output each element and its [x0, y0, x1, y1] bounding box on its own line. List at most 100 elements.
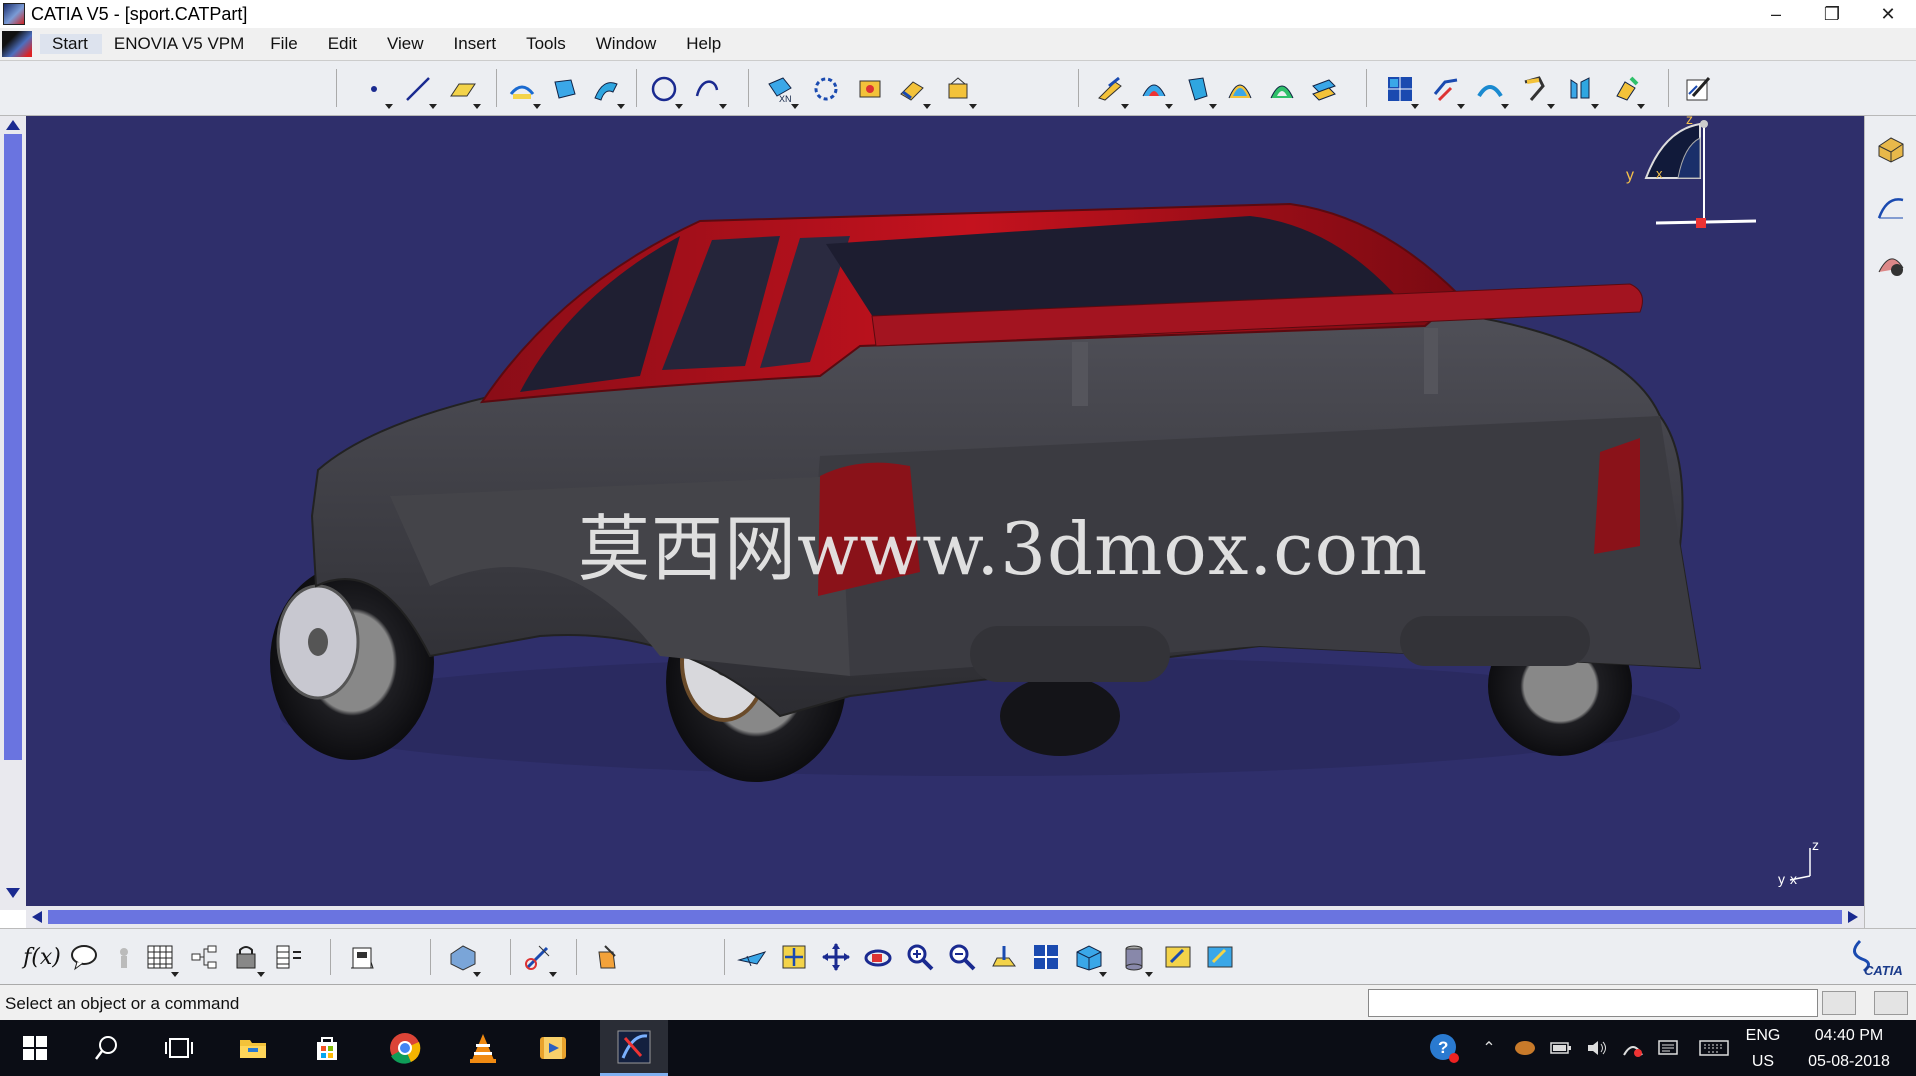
join-icon[interactable] [894, 71, 931, 109]
design-table-icon[interactable] [270, 939, 306, 975]
file-explorer-icon[interactable] [222, 1020, 284, 1076]
sketcher-icon[interactable] [1680, 71, 1716, 107]
vertical-scrollbar[interactable] [0, 116, 26, 910]
volume-icon[interactable] [1586, 1037, 1608, 1059]
close-button[interactable]: ✕ [1860, 0, 1916, 28]
rotate-icon[interactable] [860, 939, 896, 975]
boundary-icon[interactable] [808, 71, 844, 107]
catia-icon[interactable] [600, 1020, 668, 1076]
menu-file[interactable]: File [258, 34, 311, 54]
command-input[interactable] [1368, 989, 1818, 1017]
spline-icon[interactable] [690, 71, 727, 109]
multi-view-icon[interactable] [1028, 939, 1064, 975]
extrude-icon[interactable] [504, 71, 541, 109]
symmetry-icon[interactable] [1608, 71, 1645, 109]
material-icon[interactable] [444, 939, 481, 977]
catalog-icon[interactable] [344, 939, 380, 975]
horizontal-scrollbar[interactable] [26, 906, 1864, 928]
minimize-button[interactable]: – [1748, 0, 1804, 28]
vertical-scroll-thumb[interactable] [4, 134, 22, 760]
healing-icon[interactable] [940, 71, 977, 109]
table-icon[interactable] [142, 939, 179, 977]
menu-help[interactable]: Help [670, 34, 735, 54]
transform-icon[interactable] [1428, 71, 1465, 109]
menu-window[interactable]: Window [580, 34, 670, 54]
help-notification-icon[interactable]: ? [1428, 1032, 1460, 1064]
region-code[interactable]: US [1740, 1053, 1786, 1071]
clock-date[interactable]: 05-08-2018 [1796, 1053, 1902, 1071]
fillet-icon[interactable] [1472, 71, 1509, 109]
zoom-in-icon[interactable] [902, 939, 938, 975]
compass-widget[interactable]: z y x [1600, 116, 1760, 246]
formula-icon[interactable]: f(x) [23, 939, 61, 975]
menu-start[interactable]: Start [40, 34, 102, 54]
wireframe-surface-icon[interactable] [1873, 190, 1909, 226]
extract-icon[interactable] [852, 71, 888, 107]
normal-view-icon[interactable] [986, 939, 1022, 975]
chrome-icon[interactable] [374, 1020, 436, 1076]
action-center-icon[interactable] [1658, 1037, 1680, 1059]
line-icon[interactable] [400, 71, 437, 109]
shading-icon[interactable] [1116, 939, 1153, 977]
toolbar-separator [430, 939, 431, 975]
battery-icon[interactable] [1550, 1037, 1572, 1059]
apply-material-icon[interactable] [590, 939, 626, 975]
scroll-right-icon[interactable] [1846, 910, 1860, 924]
isometric-view-icon[interactable] [1070, 939, 1107, 977]
menu-edit[interactable]: Edit [312, 34, 371, 54]
scroll-left-icon[interactable] [30, 910, 44, 924]
blend-icon[interactable] [1136, 71, 1173, 109]
knowledge-icon[interactable] [106, 939, 142, 975]
revolve-icon[interactable] [546, 71, 582, 107]
restore-button[interactable]: ❐ [1804, 0, 1860, 28]
fit-all-icon[interactable] [776, 939, 812, 975]
keyboard-icon[interactable] [1698, 1037, 1730, 1059]
menu-tools[interactable]: Tools [510, 34, 580, 54]
hide-show-icon[interactable] [1160, 939, 1196, 975]
swap-visible-icon[interactable] [1202, 939, 1238, 975]
loft-icon[interactable] [1222, 71, 1258, 107]
shape-design-icon[interactable] [1873, 246, 1909, 282]
menu-insert[interactable]: Insert [438, 34, 511, 54]
translate-icon[interactable] [1562, 71, 1599, 109]
menu-enovia[interactable]: ENOVIA V5 VPM [102, 34, 258, 54]
grid-icon[interactable] [1382, 71, 1419, 109]
media-player-icon[interactable] [522, 1020, 584, 1076]
scroll-down-icon[interactable] [5, 886, 21, 900]
pan-icon[interactable] [818, 939, 854, 975]
multi-section-icon[interactable] [1264, 71, 1300, 107]
intersection-icon[interactable]: XN [762, 71, 799, 109]
fly-mode-icon[interactable] [734, 939, 770, 975]
network-icon[interactable] [1622, 1037, 1644, 1059]
sweep-icon[interactable] [588, 71, 625, 109]
comment-icon[interactable] [66, 939, 102, 975]
circle-icon[interactable] [646, 71, 683, 109]
point-icon[interactable] [356, 71, 393, 109]
language-code[interactable]: ENG [1740, 1027, 1786, 1045]
menu-view[interactable]: View [371, 34, 438, 54]
part-body-icon[interactable] [1873, 132, 1909, 168]
command-stop-button[interactable] [1874, 991, 1908, 1015]
search-icon[interactable] [76, 1020, 138, 1076]
store-icon[interactable] [296, 1020, 358, 1076]
windows-start-icon[interactable] [4, 1020, 66, 1076]
vlc-icon[interactable] [452, 1020, 514, 1076]
chevron-up-icon[interactable]: ⌃ [1478, 1037, 1500, 1059]
split-icon[interactable] [1306, 71, 1342, 107]
tree-icon[interactable] [186, 939, 222, 975]
scroll-up-icon[interactable] [5, 118, 21, 132]
fill-icon[interactable] [1092, 71, 1129, 109]
plane-icon[interactable] [444, 71, 481, 109]
zoom-out-icon[interactable] [944, 939, 980, 975]
horizontal-scroll-thumb[interactable] [48, 910, 1842, 924]
offset-icon[interactable] [1180, 71, 1217, 109]
measure-icon[interactable] [520, 939, 557, 977]
clock-time[interactable]: 04:40 PM [1796, 1027, 1902, 1045]
task-view-icon[interactable] [148, 1020, 210, 1076]
app-tray-icon[interactable] [1514, 1037, 1536, 1059]
lock-icon[interactable] [228, 939, 265, 977]
status-bar: Select an object or a command [0, 984, 1916, 1020]
command-list-button[interactable] [1822, 991, 1856, 1015]
catia-document-icon[interactable] [2, 31, 32, 57]
chamfer-icon[interactable] [1518, 71, 1555, 109]
